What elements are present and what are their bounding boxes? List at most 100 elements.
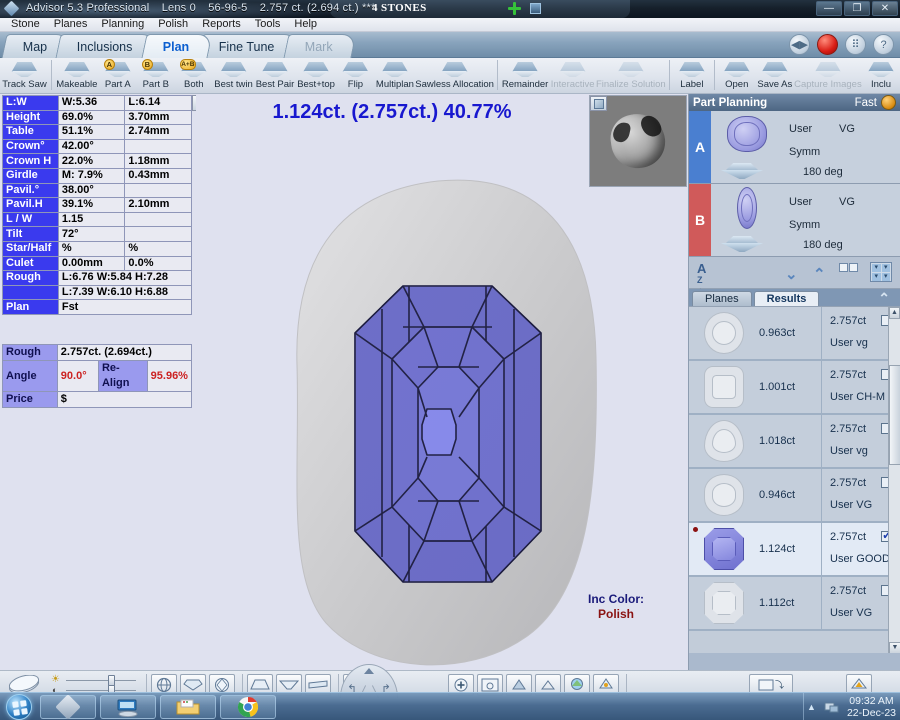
mode-toggle-icon[interactable] <box>881 95 896 110</box>
param-value-1[interactable]: W:5.36 <box>58 96 125 111</box>
taskbar-chrome[interactable] <box>220 695 276 719</box>
param-value-2[interactable] <box>125 183 192 198</box>
param-value-1[interactable]: 38.00° <box>58 183 125 198</box>
menu-item-reports[interactable]: Reports <box>195 18 248 31</box>
param-value-2[interactable]: 0.43mm <box>125 168 192 183</box>
select-all-icon[interactable] <box>839 263 858 272</box>
result-row[interactable]: 0.963ct2.757ctUser vg <box>689 307 900 361</box>
scroll-down-arrow[interactable]: ▼ <box>889 642 900 653</box>
param-value-1[interactable]: 22.0% <box>58 154 125 169</box>
add-tab-icon[interactable] <box>508 2 521 15</box>
result-row[interactable]: 1.001ct2.757ctUser CH-M <box>689 361 900 415</box>
start-orb[interactable] <box>6 694 32 720</box>
toolbar-part-a[interactable]: APart A <box>99 58 137 93</box>
close-button[interactable]: ✕ <box>872 1 898 16</box>
scroll-up-arrow[interactable]: ▲ <box>889 307 900 319</box>
plan-row-a[interactable]: A User VG Symm 180 deg <box>689 111 900 184</box>
result-row[interactable]: 1.124ct2.757ctUser GOOD <box>689 523 900 577</box>
menu-item-planning[interactable]: Planning <box>94 18 151 31</box>
result-row[interactable]: 0.946ct2.757ctUser VG <box>689 469 900 523</box>
right-tab-results[interactable]: Results <box>754 291 820 306</box>
result-row[interactable]: 1.112ct2.757ctUser VG <box>689 577 900 631</box>
toolbar-best-pair[interactable]: Best Pair <box>254 58 295 93</box>
cush-gem-icon <box>704 366 744 408</box>
toolbar-save-as[interactable]: Save As <box>756 58 794 93</box>
realign-label[interactable]: Re-Align <box>98 361 147 392</box>
rough-summary-table: Rough 2.757ct. (2.694ct.) Angle 90.0° Re… <box>2 344 192 408</box>
chevron-down-icon[interactable]: ⌄ <box>785 265 798 283</box>
toolbar-label: Remainder <box>502 80 548 90</box>
tray-expand-icon[interactable]: ▲ <box>807 702 816 712</box>
toolbar-remainder[interactable]: Remainder <box>501 58 550 93</box>
param-value-1[interactable]: 0.00mm <box>58 256 125 271</box>
param-value-2[interactable]: % <box>125 241 192 256</box>
param-value-1[interactable]: 72° <box>58 227 125 242</box>
minimize-button[interactable]: — <box>816 1 842 16</box>
right-tab-planes[interactable]: Planes <box>692 291 752 306</box>
toolbar-sawless-allocation[interactable]: Sawless Allocation <box>415 58 493 93</box>
param-value-1[interactable]: 1.15 <box>58 212 125 227</box>
slider-knob-brightness[interactable] <box>108 675 115 686</box>
rough-dims-2: L:7.39 W:6.10 H:6.88 <box>58 285 191 300</box>
menu-item-tools[interactable]: Tools <box>248 18 288 31</box>
taskbar-explorer[interactable] <box>160 695 216 719</box>
scroll-thumb[interactable] <box>889 365 900 465</box>
collapse-panel-icon[interactable]: ⌃ <box>878 290 890 307</box>
param-value-2[interactable] <box>125 139 192 154</box>
toolbar-multiplan[interactable]: Multiplan <box>374 58 415 93</box>
param-value-1[interactable]: 51.1% <box>58 125 125 140</box>
toolbar-best-twin[interactable]: Best twin <box>213 58 254 93</box>
toolbar-label[interactable]: Label <box>673 58 711 93</box>
results-list[interactable]: 0.963ct2.757ctUser vg1.001ct2.757ctUser … <box>689 306 900 653</box>
param-value-1[interactable]: % <box>58 241 125 256</box>
param-value-2[interactable]: 1.18mm <box>125 154 192 169</box>
menu-item-help[interactable]: Help <box>287 18 324 31</box>
toolbar-inclu[interactable]: Inclu <box>862 58 900 93</box>
tab-list-icon[interactable] <box>530 3 541 14</box>
expand-icon[interactable] <box>590 96 607 111</box>
menu-item-planes[interactable]: Planes <box>47 18 95 31</box>
3d-viewport[interactable]: 1.124ct. (2.757ct.) 40.77% <box>196 95 688 670</box>
toolbar-makeable[interactable]: Makeable <box>55 58 99 93</box>
result-row[interactable]: 1.018ct2.757ctUser vg <box>689 415 900 469</box>
param-value-2[interactable]: 0.0% <box>125 256 192 271</box>
taskbar-scanner[interactable] <box>100 695 156 719</box>
toolbar-track-saw[interactable]: Track Saw <box>1 58 48 93</box>
chevron-up-icon[interactable]: ⌃ <box>813 265 826 283</box>
param-value-2[interactable] <box>125 212 192 227</box>
network-icon[interactable] <box>824 700 839 714</box>
menu-item-polish[interactable]: Polish <box>151 18 195 31</box>
param-value-1[interactable]: M: 7.9% <box>58 168 125 183</box>
tab-plan[interactable]: Plan <box>141 34 213 58</box>
toolbar-part-b[interactable]: BPart B <box>137 58 175 93</box>
param-key: Table <box>3 125 59 140</box>
prev-next-icon[interactable]: ◀▶ <box>789 34 810 55</box>
toolbar-both[interactable]: A+BBoth <box>175 58 213 93</box>
param-value-1[interactable]: 39.1% <box>58 198 125 213</box>
plan-row-b[interactable]: B User VG Symm 180 deg <box>689 184 900 257</box>
toolbar-open[interactable]: Open <box>718 58 756 93</box>
param-value-2[interactable]: 3.70mm <box>125 110 192 125</box>
toolbar-flip[interactable]: Flip <box>336 58 374 93</box>
param-value-1[interactable]: 69.0% <box>58 110 125 125</box>
toolbar-best-top[interactable]: Best+top <box>296 58 337 93</box>
param-value-2[interactable] <box>125 227 192 242</box>
toolbar-label: Save As <box>757 80 792 90</box>
param-value-1[interactable]: 42.00° <box>58 139 125 154</box>
price-label: Price <box>3 392 58 408</box>
rough-stone-preview[interactable] <box>589 95 687 187</box>
param-value-2[interactable]: 2.10mm <box>125 198 192 213</box>
menu-item-stone[interactable]: Stone <box>4 18 47 31</box>
results-scrollbar[interactable]: ▲ ▼ <box>888 307 900 653</box>
part-planning-mode[interactable]: Fast <box>855 97 877 109</box>
grid-view-icon[interactable]: ⠿ <box>845 34 866 55</box>
help-icon[interactable]: ? <box>873 34 894 55</box>
param-value-2[interactable]: 2.74mm <box>125 125 192 140</box>
taskbar-clock[interactable]: 09:32 AM 22-Dec-23 <box>847 695 896 719</box>
param-value-2[interactable]: L:6.14 <box>125 96 192 111</box>
nav-up-arrow[interactable] <box>364 668 374 674</box>
record-icon[interactable] <box>817 34 838 55</box>
layout-grid-icon[interactable]: ▾▾▾▾ <box>870 262 892 282</box>
taskbar-advisor[interactable] <box>40 695 96 719</box>
maximize-button[interactable]: ❐ <box>844 1 870 16</box>
